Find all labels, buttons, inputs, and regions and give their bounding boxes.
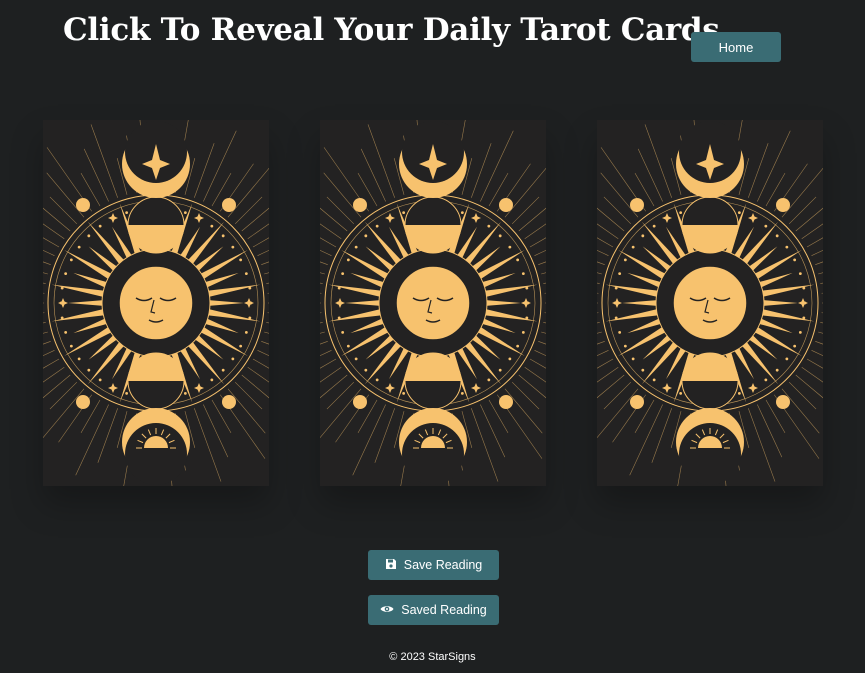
saved-reading-label: Saved Reading xyxy=(401,603,487,617)
floppy-disk-icon xyxy=(385,558,397,573)
page-title: Click To Reveal Your Daily Tarot Cards xyxy=(63,12,720,48)
tarot-card-3[interactable] xyxy=(597,120,823,486)
tarot-card-2[interactable] xyxy=(320,120,546,486)
eye-icon xyxy=(380,603,394,617)
save-reading-label: Save Reading xyxy=(403,558,483,572)
page: Click To Reveal Your Daily Tarot Cards H… xyxy=(0,0,865,673)
save-reading-button[interactable]: Save Reading xyxy=(368,550,499,580)
tarot-card-1[interactable] xyxy=(43,120,269,486)
saved-reading-button[interactable]: Saved Reading xyxy=(368,595,499,625)
footer-copyright: © 2023 StarSigns xyxy=(389,651,476,663)
home-button[interactable]: Home xyxy=(691,32,781,62)
